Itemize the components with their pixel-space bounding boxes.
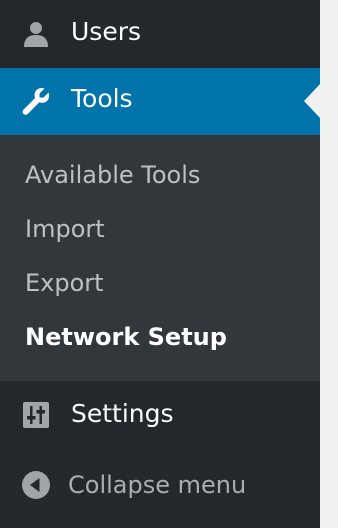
menu-item-tools[interactable]: Tools [0,68,320,135]
menu-item-label: Tools [71,84,133,113]
collapse-menu-button[interactable]: Collapse menu [0,449,320,528]
menu-item-label: Users [71,17,142,46]
active-menu-arrow [304,84,320,118]
admin-sidebar: Users Tools Available Tools Import Expor… [0,0,320,528]
menu-item-users[interactable]: Users [0,0,320,68]
page-background-strip [320,0,338,528]
menu-item-label: Collapse menu [68,471,247,499]
user-icon [19,17,53,51]
submenu-item-export[interactable]: Export [25,269,104,297]
submenu-item-import[interactable]: Import [25,215,105,243]
menu-item-settings[interactable]: Settings [0,381,320,449]
settings-sliders-icon [19,398,53,432]
menu-item-label: Settings [71,399,174,428]
submenu-item-available-tools[interactable]: Available Tools [25,161,200,189]
collapse-arrow-icon [19,468,53,502]
tools-submenu: Available Tools Import Export Network Se… [0,135,320,381]
submenu-item-network-setup[interactable]: Network Setup [25,323,227,351]
wrench-icon [19,84,53,118]
